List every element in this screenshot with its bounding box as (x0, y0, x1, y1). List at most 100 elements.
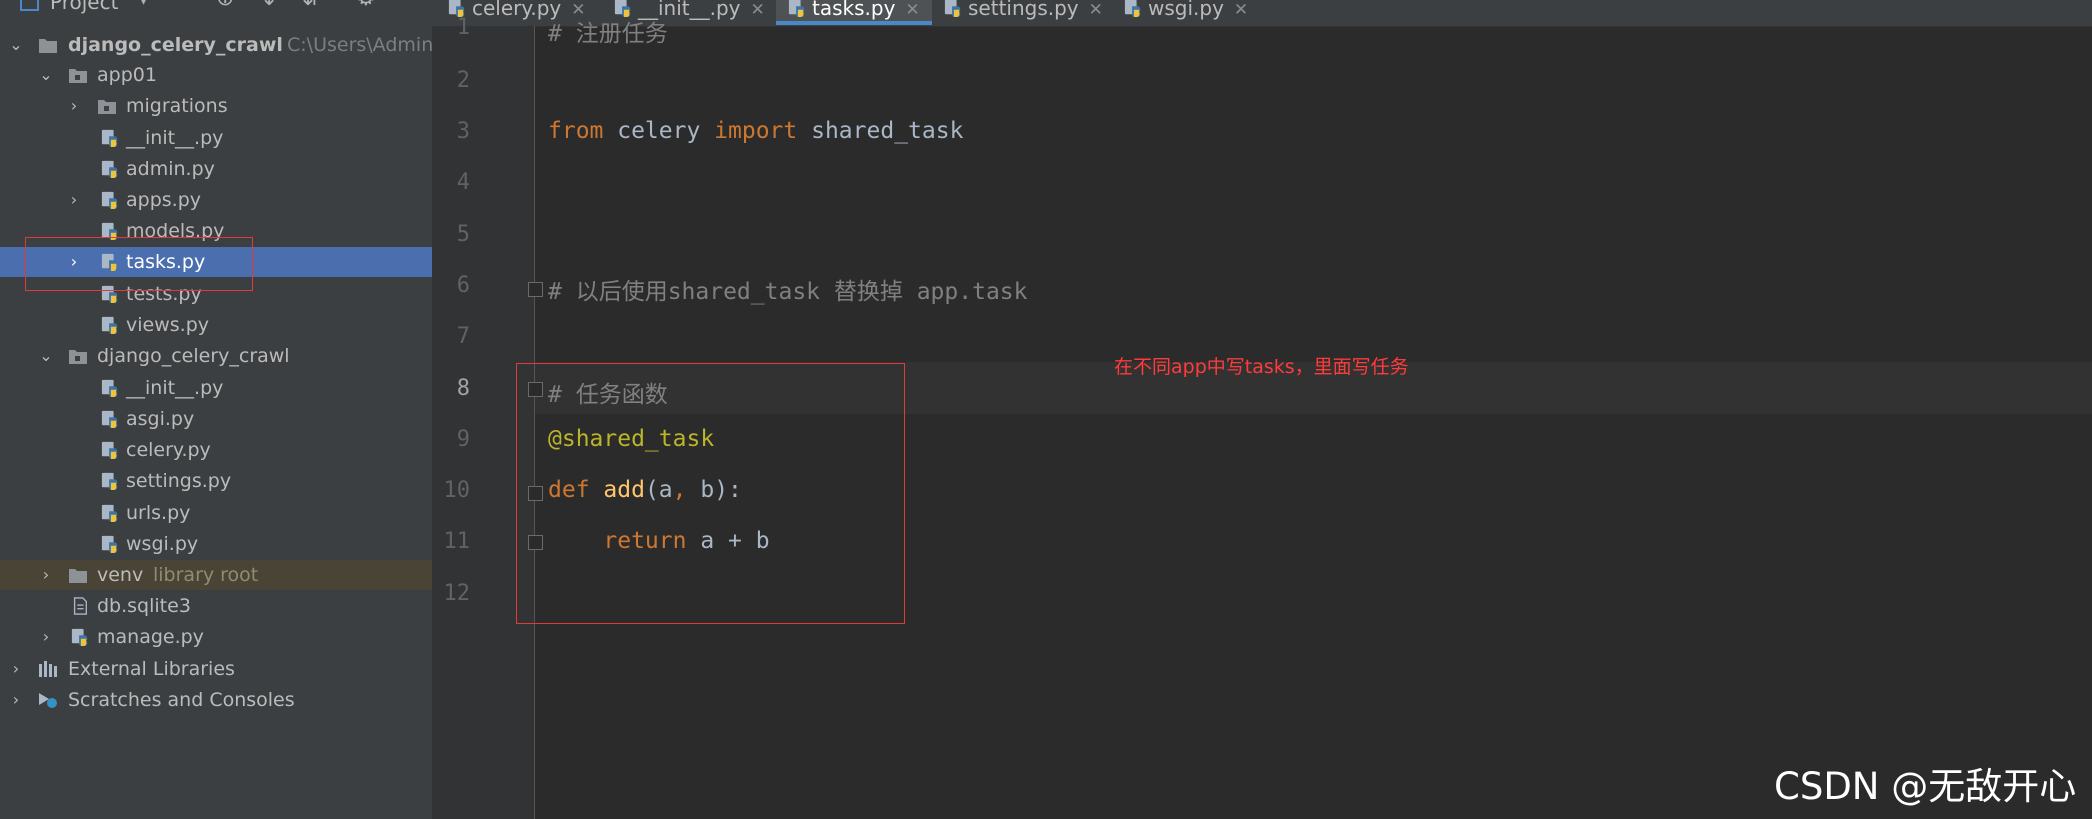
code-line-6[interactable]: # 以后使用shared_task 替换掉 app.task (548, 272, 1028, 306)
line-number-current: 8 (456, 376, 470, 401)
tree-item-db-sqlite3[interactable]: db.sqlite3 (0, 591, 432, 621)
python-file-icon (100, 504, 120, 522)
tree-item-label: django_celery_crawl (97, 345, 290, 367)
project-view-icon (20, 0, 39, 11)
line-number: 12 (443, 581, 471, 606)
chevron-right-icon[interactable]: › (38, 560, 54, 590)
chevron-down-icon[interactable]: ▾ (138, 0, 149, 10)
python-file-icon (100, 410, 120, 428)
editor-tab-bar: celery.py ✕ __init__.py ✕ tasks.py ✕ settin… (432, 0, 2092, 27)
chevron-right-icon[interactable]: › (66, 185, 82, 215)
tree-item-views-py[interactable]: views.py (0, 310, 432, 340)
python-file-icon (70, 628, 90, 646)
tree-item-path-hint: C:\Users\Admin (287, 34, 434, 56)
tree-item-init-py[interactable]: __init__.py (0, 373, 432, 403)
chevron-right-icon[interactable]: › (38, 622, 54, 652)
package-folder-icon (68, 66, 88, 84)
tree-item-project-root[interactable]: ⌄ django_celery_crawl C:\Users\Admin (0, 30, 434, 60)
python-file-icon (100, 160, 120, 178)
tree-item-settings-py[interactable]: settings.py (0, 466, 432, 496)
line-number: 7 (456, 324, 470, 349)
tree-item-migrations[interactable]: › migrations (0, 91, 432, 121)
tree-item-apps-py[interactable]: › apps.py (0, 185, 432, 215)
tree-item-wsgi-py[interactable]: wsgi.py (0, 529, 432, 559)
close-icon[interactable]: ✕ (905, 0, 919, 20)
line-number: 11 (443, 529, 471, 554)
tree-item-label: apps.py (126, 189, 202, 211)
project-view-title[interactable]: Project (50, 0, 118, 14)
chevron-right-icon[interactable]: › (8, 654, 24, 684)
tree-item-label: asgi.py (126, 408, 195, 430)
line-number: 9 (456, 427, 470, 452)
minimize-icon[interactable]: — (400, 0, 422, 10)
expand-icon[interactable]: ⇵ (302, 0, 320, 10)
chevron-down-icon[interactable]: ⌄ (8, 30, 24, 60)
tree-item-label: db.sqlite3 (97, 595, 191, 617)
close-icon[interactable]: ✕ (1089, 0, 1103, 20)
close-icon[interactable]: ✕ (751, 0, 765, 20)
tree-item-venv[interactable]: › venv library root (0, 560, 432, 590)
tree-item-scratches-and-consoles[interactable]: › Scratches and Consoles (0, 685, 432, 715)
python-file-icon (100, 316, 120, 334)
tree-item-label: settings.py (126, 470, 232, 492)
gear-icon[interactable]: ⚙ (356, 0, 376, 10)
tree-item-urls-py[interactable]: urls.py (0, 498, 432, 528)
tree-item-app01[interactable]: ⌄ app01 (0, 60, 432, 90)
line-number: 1 (456, 15, 470, 40)
comment: # 注册任务 (548, 21, 668, 47)
collapse-icon[interactable]: ↧ (260, 0, 278, 10)
tree-item-label: app01 (97, 64, 157, 86)
library-root-hint: library root (153, 564, 259, 586)
tree-item-label: urls.py (126, 502, 191, 524)
tree-item-asgi-py[interactable]: asgi.py (0, 404, 432, 434)
highlight-box-tasks-py (25, 237, 253, 291)
keyword-from: from (548, 118, 604, 144)
file-icon (70, 597, 90, 615)
folder-icon (38, 36, 58, 54)
project-panel-header: Project ▾ ⊕ ↧ ⇵ ⚙ — (0, 0, 432, 16)
crosshair-icon[interactable]: ⊕ (216, 0, 234, 10)
python-file-icon (100, 379, 120, 397)
line-number: 4 (456, 170, 470, 195)
package-folder-icon (97, 97, 117, 115)
python-file-icon (1124, 0, 1142, 17)
tree-item-label: venv (97, 564, 144, 586)
package-folder-icon (68, 347, 88, 365)
tree-item-celery-py[interactable]: celery.py (0, 435, 432, 465)
fold-marker-icon[interactable] (528, 282, 543, 297)
tree-item-label: External Libraries (68, 658, 235, 680)
chevron-down-icon[interactable]: ⌄ (38, 60, 54, 90)
python-file-icon (100, 472, 120, 490)
tree-item-label: manage.py (97, 626, 204, 648)
line-number: 2 (456, 68, 470, 93)
code-line-1[interactable]: # 注册任务 (548, 14, 668, 48)
chevron-right-icon[interactable]: › (66, 91, 82, 121)
tree-item-label: __init__.py (126, 377, 224, 399)
tree-item-admin-py[interactable]: admin.py (0, 154, 432, 184)
tree-item-manage-py[interactable]: › manage.py (0, 622, 432, 652)
tab-tasks-py[interactable]: tasks.py ✕ (776, 0, 932, 25)
tree-item-django-celery-crawl-package[interactable]: ⌄ django_celery_crawl (0, 341, 432, 371)
python-file-icon (100, 535, 120, 553)
tree-item-external-libraries[interactable]: › External Libraries (0, 654, 432, 684)
folder-icon (68, 566, 88, 584)
tab-wsgi-py[interactable]: wsgi.py ✕ (1124, 0, 1248, 24)
tree-item-init-py[interactable]: __init__.py (0, 123, 432, 153)
chevron-right-icon[interactable]: › (8, 685, 24, 715)
tree-item-label: __init__.py (126, 127, 224, 149)
tree-item-label: migrations (126, 95, 228, 117)
watermark: CSDN @无敌开心 (1774, 765, 2077, 808)
tree-item-label: django_celery_crawl (68, 34, 283, 56)
chevron-down-icon[interactable]: ⌄ (38, 341, 54, 371)
module-name: celery (603, 118, 715, 144)
python-file-icon (100, 129, 120, 147)
tab-label: tasks.py (812, 0, 896, 20)
python-file-icon (100, 441, 120, 459)
annotation-note: 在不同app中写tasks，里面写任务 (1114, 356, 1409, 378)
tab-label: settings.py (968, 0, 1079, 20)
code-line-3[interactable]: from celery import shared_task (548, 118, 963, 144)
scratches-icon (39, 693, 57, 708)
tab-settings-py[interactable]: settings.py ✕ (944, 0, 1103, 24)
comment: # 以后使用shared_task 替换掉 app.task (548, 279, 1028, 305)
close-icon[interactable]: ✕ (1234, 0, 1248, 20)
